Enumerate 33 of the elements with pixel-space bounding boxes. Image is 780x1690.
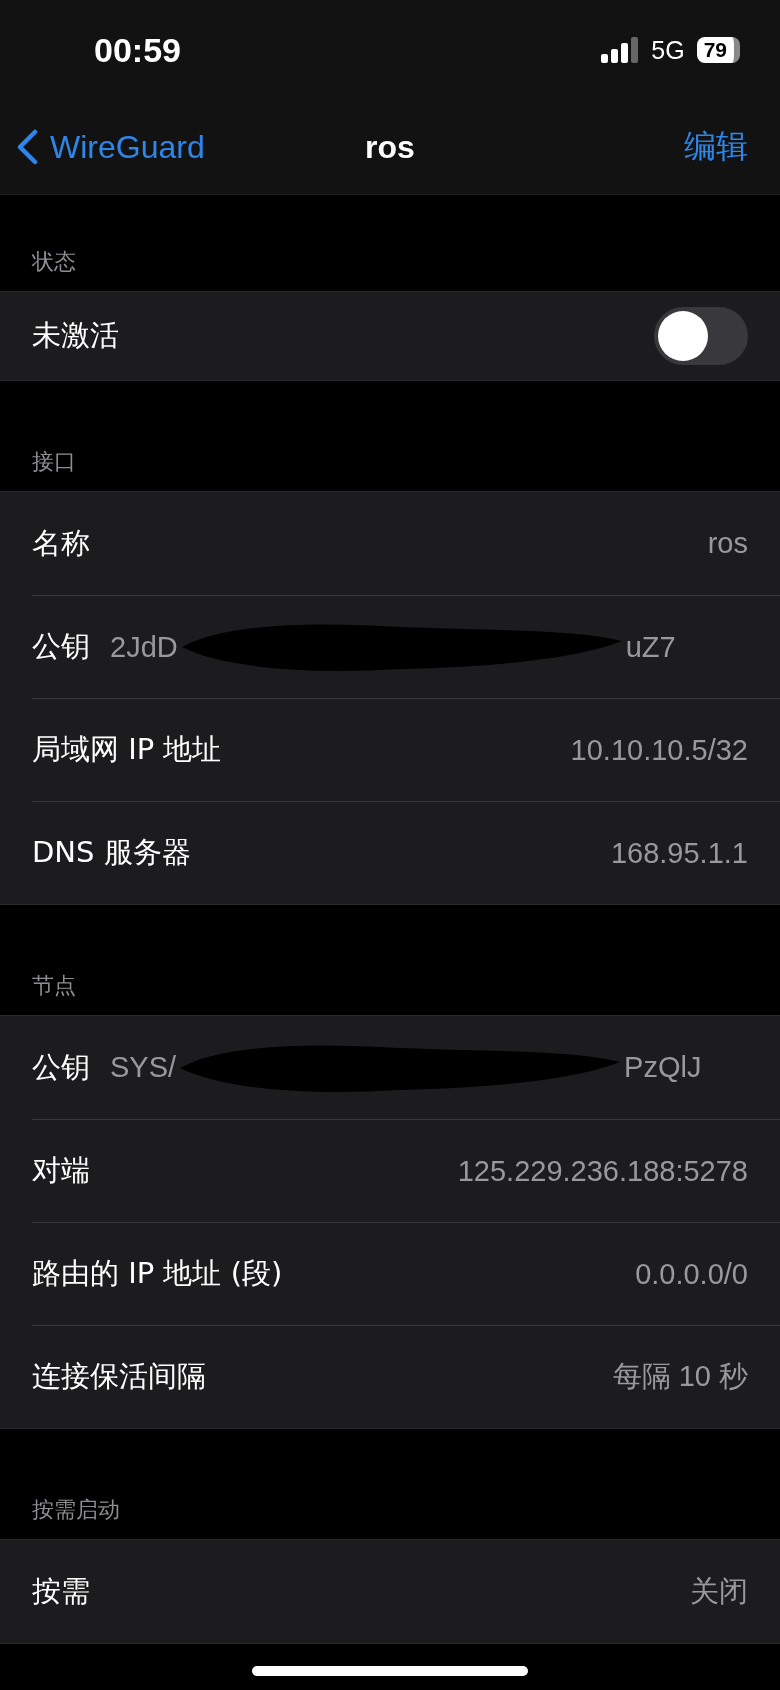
row-label: 对端 <box>32 1152 90 1189</box>
row-label: 路由的 IP 地址 (段) <box>32 1255 283 1292</box>
row-label: DNS 服务器 <box>32 834 191 871</box>
row-value: ros <box>707 527 748 560</box>
edit-button[interactable]: 编辑 <box>684 125 748 169</box>
row-value: 每隔 10 秒 <box>612 1359 748 1394</box>
row-value: 168.95.1.1 <box>610 836 748 870</box>
section-header: 按需启动 <box>32 1496 120 1524</box>
row-label: 按需 <box>32 1572 90 1610</box>
section-header: 节点 <box>32 972 76 1000</box>
row-label: 局域网 IP 地址 <box>32 731 222 768</box>
key-value: SYS/ <box>110 1051 177 1084</box>
row-label: 连接保活间隔 <box>32 1358 206 1395</box>
signal-icon <box>601 37 640 63</box>
row-value: 125.229.236.188:5278 <box>457 1154 748 1188</box>
row-label: 公钥 <box>32 628 90 665</box>
battery-level: 79 <box>696 37 740 63</box>
nav-title: ros <box>365 128 415 166</box>
key-value: PzQlJ <box>624 1051 702 1084</box>
back-button[interactable]: WireGuard <box>16 128 205 166</box>
row-value: 0.0.0.0/0 <box>635 1257 748 1291</box>
section-header: 接口 <box>32 448 76 476</box>
section-header: 状态 <box>32 248 76 276</box>
key-value: 2JdD <box>110 630 178 664</box>
key-value: uZ7 <box>625 630 676 664</box>
row-label: 未激活 <box>32 317 119 354</box>
status-time: 00:59 <box>94 30 181 70</box>
row-value: 10.10.10.5/32 <box>570 733 748 767</box>
row-label: 名称 <box>32 524 90 562</box>
network-label: 5G <box>651 35 685 65</box>
row-value: 关闭 <box>690 1573 748 1609</box>
chevron-left-icon <box>16 129 38 165</box>
row-label: 公钥 <box>32 1048 90 1086</box>
